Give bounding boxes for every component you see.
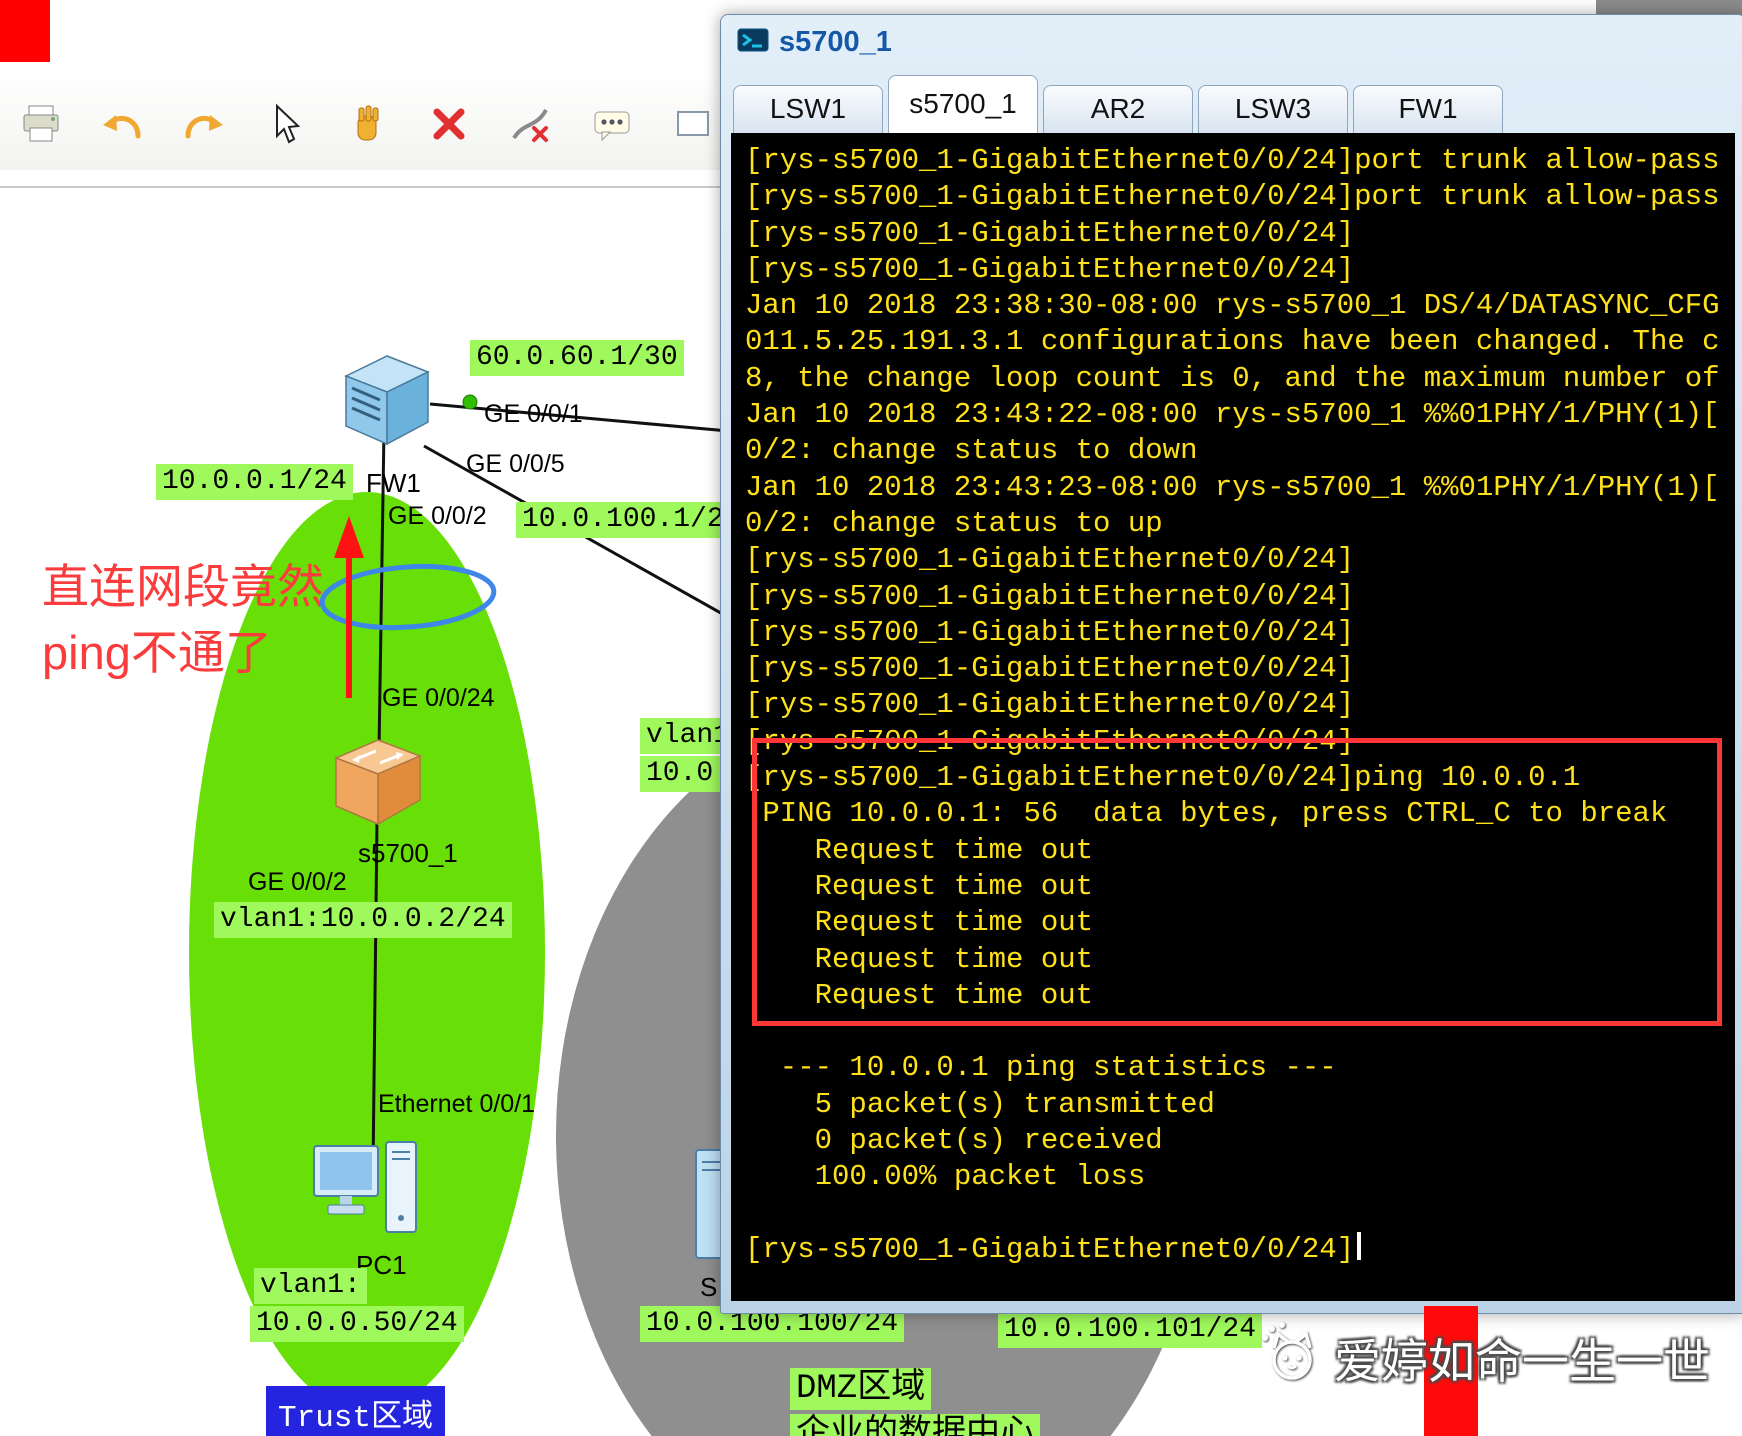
red-corner-mark [0,0,50,62]
console-line: [rys-s5700_1-GigabitEthernet0/0/24]port … [745,144,1720,177]
console-line: Jan 10 2018 23:38:30-08:00 rys-s5700_1 D… [745,289,1720,323]
label-port-ge001: GE 0/0/1 [484,400,583,428]
printer-icon[interactable] [14,96,68,152]
console-line: Request time out [745,833,1094,867]
console-line: [rys-s5700_1-GigabitEthernet0/0/24] [745,652,1355,686]
label-port-ge002-fw: GE 0/0/2 [388,502,487,530]
tab-s5700_1[interactable]: s5700_1 [888,75,1038,133]
undo-icon[interactable] [96,96,150,152]
console-line: PING 10.0.0.1: 56 data bytes, press CTRL… [745,797,1668,831]
console-line: 100.00% packet loss [745,1160,1146,1194]
device-server-name-partial: S [700,1272,718,1302]
toolbar [0,78,720,170]
label-s5700-vlan1-ip: vlan1:10.0.0.2/24 [214,902,512,938]
console-line: Request time out [745,869,1094,903]
console-line: [rys-s5700_1-GigabitEthernet0/0/24] [745,615,1355,649]
tab-LSW1[interactable]: LSW1 [733,85,883,133]
console-line: 0 packet(s) received [745,1124,1163,1158]
console-line: [rys-s5700_1-GigabitEthernet0/0/24] [745,688,1355,722]
cable-delete-icon[interactable] [503,96,557,152]
console-line: 011.5.25.191.3.1 configurations have bee… [745,325,1720,359]
console-line: Jan 10 2018 23:43:22-08:00 rys-s5700_1 %… [745,398,1720,432]
label-port-eth001: Ethernet 0/0/1 [378,1090,536,1118]
label-pc1-vlan: vlan1: [254,1268,367,1304]
terminal-titlebar[interactable]: s5700_1 [721,15,1742,69]
watermark-text: 爱婷如命一生一世 [1334,1335,1710,1388]
label-port-ge0024: GE 0/0/24 [382,684,495,712]
cursor-icon[interactable] [259,96,313,152]
tab-FW1[interactable]: FW1 [1353,85,1503,133]
annotation-text-line2: ping不通了 [42,626,272,679]
console-line: [rys-s5700_1-GigabitEthernet0/0/24] [745,252,1355,286]
console-line: [rys-s5700_1-GigabitEthernet0/0/24] [745,216,1355,250]
console-line: [rys-s5700_1-GigabitEthernet0/0/24]ping … [745,761,1581,795]
label-pc1-ip: 10.0.0.50/24 [250,1306,464,1342]
terminal-window-title: s5700_1 [779,25,892,58]
rectangle-icon[interactable] [667,96,721,152]
console-line: [rys-s5700_1-GigabitEthernet0/0/24]port … [745,180,1720,214]
tab-AR2[interactable]: AR2 [1043,85,1193,133]
label-fw1-dmz-ip: 10.0.100.1/24 [516,502,747,538]
text-cursor [1357,1231,1362,1260]
label-fw1-lan-ip: 10.0.0.1/24 [156,464,353,500]
terminal-window: s5700_1 LSW1 s5700_1 AR2 LSW3 FW1 [rys-s5700… [720,14,1742,1314]
watermark-logo-icon [1258,1322,1324,1393]
console-line: Request time out [745,942,1094,976]
console-line: 5 packet(s) transmitted [745,1087,1215,1121]
label-trust-zone: Trust区域 [266,1386,446,1436]
comment-icon[interactable] [585,96,639,152]
console-output[interactable]: [rys-s5700_1-GigabitEthernet0/0/24]port … [731,133,1735,1301]
console-line: Request time out [745,978,1094,1012]
console-line: [rys-s5700_1-GigabitEthernet0/0/24] [745,579,1355,613]
screenshot-root: 60.0.60.1/30 GE 0/0/1 10.0.0.1/24 FW1 GE… [0,0,1742,1436]
console-line: Jan 10 2018 23:43:23-08:00 rys-s5700_1 %… [745,470,1720,504]
console-line: [rys-s5700_1-GigabitEthernet0/0/24] [745,724,1355,758]
hand-icon[interactable] [340,96,394,152]
label-port-ge002-sw: GE 0/0/2 [248,868,347,896]
device-fw1-name: FW1 [366,468,421,498]
console-line: Request time out [745,906,1094,940]
terminal-window-icon [737,24,769,61]
label-dmz-zone-subtitle: 企业的数据中心 [790,1414,1040,1436]
label-dmz-zone: DMZ区域 [790,1368,932,1410]
delete-icon[interactable] [422,96,476,152]
label-server2-ip: 10.0.100.101/24 [998,1312,1263,1348]
console-line: 0/2: change status to down [745,434,1198,468]
redo-icon[interactable] [177,96,231,152]
watermark: 爱婷如命一生一世 [1258,1322,1710,1393]
tab-LSW3[interactable]: LSW3 [1198,85,1348,133]
device-s5700-icon[interactable] [330,734,426,835]
console-line: [rys-s5700_1-GigabitEthernet0/0/24] [745,543,1355,577]
label-fw1-wan-ip: 60.0.60.1/30 [470,340,684,376]
console-line: [rys-s5700_1-GigabitEthernet0/0/24] [745,1231,1735,1268]
port-up-indicator [462,394,478,410]
console-line: 8, the change loop count is 0, and the m… [745,361,1720,395]
device-pc1-icon[interactable] [312,1138,430,1255]
terminal-tabs: LSW1 s5700_1 AR2 LSW3 FW1 [721,69,1742,133]
label-port-ge005: GE 0/0/5 [466,450,565,478]
console-line: 0/2: change status to up [745,506,1163,540]
annotation-text-line1: 直连网段竟然 [42,560,324,613]
device-fw1-icon[interactable] [340,352,434,453]
console-line: --- 10.0.0.1 ping statistics --- [745,1051,1337,1085]
device-s5700-name: s5700_1 [358,838,458,868]
